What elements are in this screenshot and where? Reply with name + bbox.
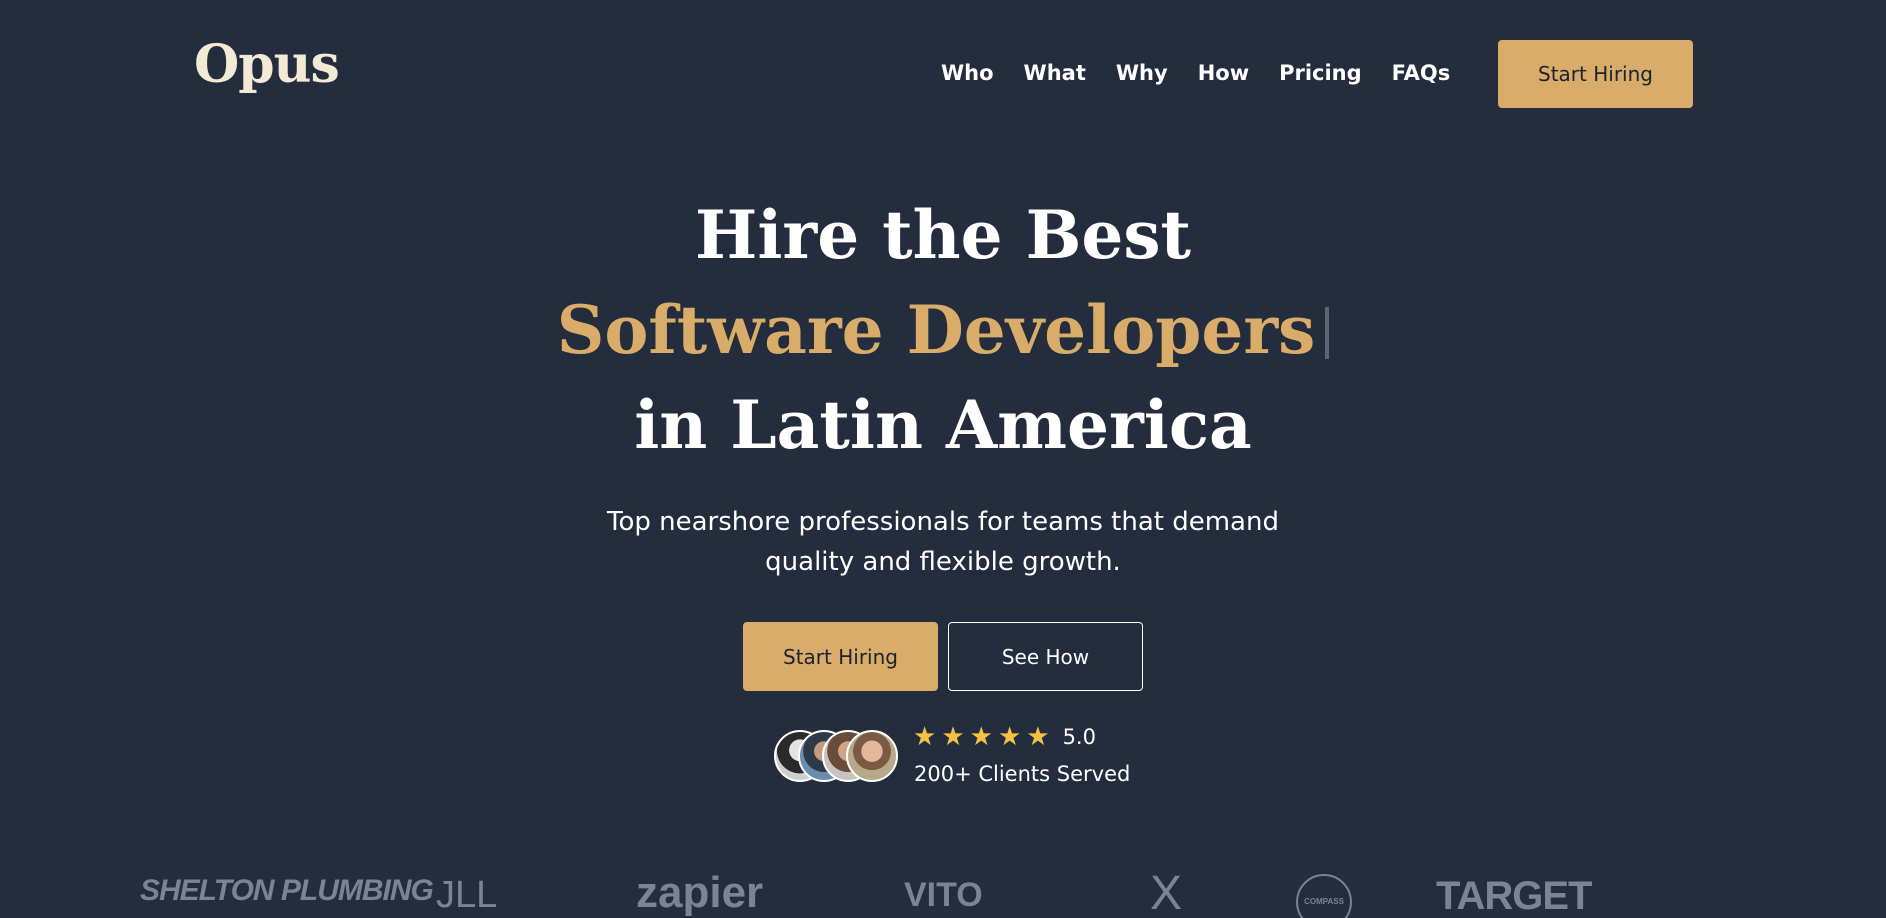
client-avatars bbox=[774, 730, 899, 782]
star-icon: ★ bbox=[969, 722, 993, 752]
see-how-button[interactable]: See How bbox=[948, 622, 1143, 691]
rating-stars: ★ ★ ★ ★ ★ 5.0 bbox=[913, 722, 1096, 752]
hero-heading-line3: in Latin America bbox=[634, 386, 1252, 464]
star-icon: ★ bbox=[913, 722, 937, 752]
nav-link-why[interactable]: Why bbox=[1116, 58, 1168, 88]
nav-link-pricing[interactable]: Pricing bbox=[1279, 58, 1362, 88]
typing-cursor bbox=[1325, 307, 1330, 359]
hero-start-hiring-button[interactable]: Start Hiring bbox=[743, 622, 938, 691]
star-icon: ★ bbox=[1026, 722, 1050, 752]
hero-heading-line2: Software Developers bbox=[0, 285, 1886, 375]
hero-highlight-text: Software Developers bbox=[556, 291, 1316, 369]
client-logos: SHELTON PLUMBING JLL zapier VITO X COMPA… bbox=[0, 866, 1886, 918]
header-start-hiring-button[interactable]: Start Hiring bbox=[1498, 40, 1693, 108]
shelton-plumbing-logo: SHELTON PLUMBING bbox=[140, 874, 434, 907]
target-logo: TARGET bbox=[1436, 874, 1592, 918]
x-logo: X bbox=[1150, 867, 1183, 918]
vito-logo: VITO bbox=[904, 876, 983, 914]
zapier-logo: zapier bbox=[636, 868, 764, 917]
site-logo[interactable]: Opus bbox=[194, 34, 340, 95]
rating-value: 5.0 bbox=[1062, 725, 1096, 749]
nav-link-faqs[interactable]: FAQs bbox=[1392, 58, 1451, 88]
main-nav: Who What Why How Pricing FAQs bbox=[941, 58, 1450, 88]
clients-served: 200+ Clients Served bbox=[914, 762, 1131, 786]
hero-subtitle: Top nearshore professionals for teams th… bbox=[607, 507, 1279, 577]
compass-logo: COMPASS bbox=[1296, 874, 1352, 918]
star-icon: ★ bbox=[997, 722, 1022, 752]
nav-link-how[interactable]: How bbox=[1198, 58, 1249, 88]
hero-heading-line1: Hire the Best bbox=[694, 196, 1192, 274]
nav-link-who[interactable]: Who bbox=[941, 58, 994, 88]
nav-link-what[interactable]: What bbox=[1024, 58, 1086, 88]
avatar bbox=[846, 730, 898, 782]
jll-logo: JLL bbox=[436, 874, 498, 916]
star-icon: ★ bbox=[941, 722, 965, 752]
